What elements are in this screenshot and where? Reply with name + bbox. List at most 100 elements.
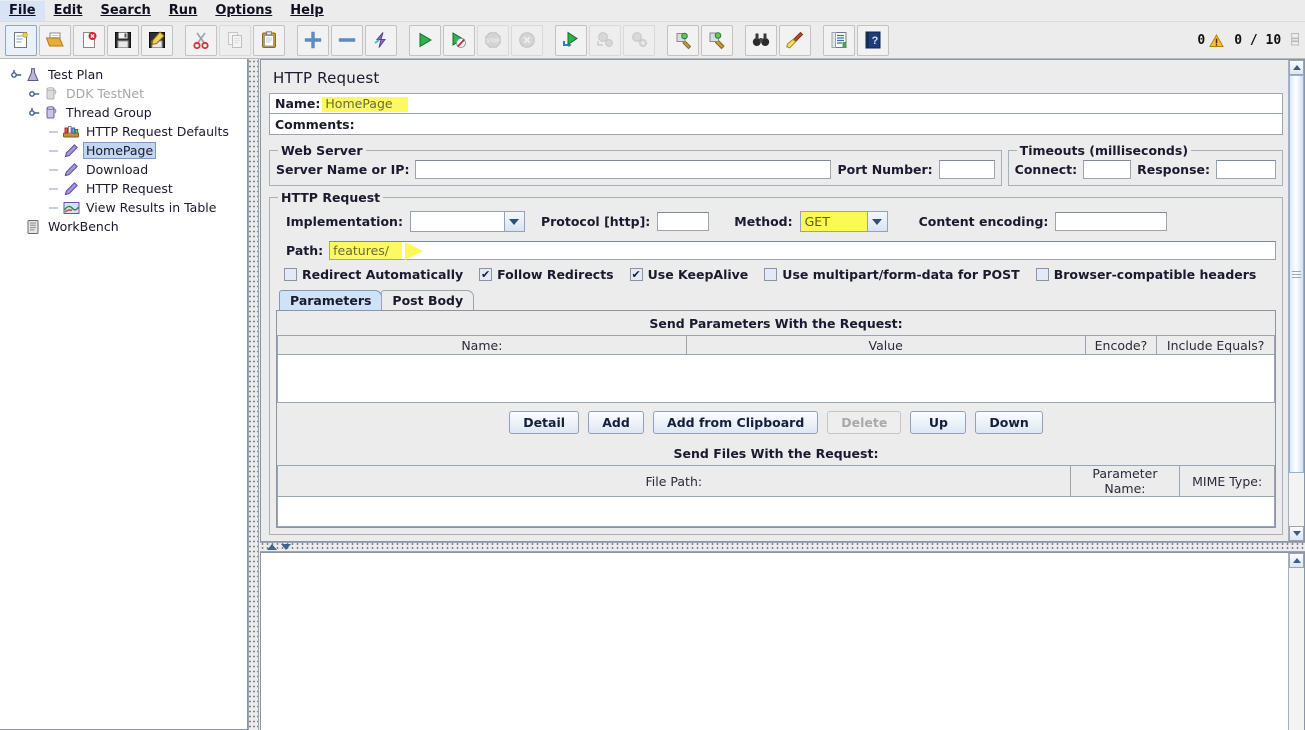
tree-node-label: HTTP Request Defaults (86, 124, 229, 139)
menu-help[interactable]: Help (281, 1, 332, 21)
horizontal-split-divider[interactable] (260, 542, 1305, 552)
add-button[interactable]: Add (588, 411, 645, 434)
start-no-timers-icon[interactable] (443, 24, 475, 56)
method-select[interactable]: GET (799, 211, 888, 232)
checkbox-redirect-automatically[interactable]: Redirect Automatically (284, 267, 463, 282)
connect-timeout-input[interactable] (1083, 160, 1132, 179)
up-button[interactable]: Up (910, 411, 967, 434)
remote-start-icon[interactable] (555, 24, 587, 56)
checkbox-browser-compatible-headers[interactable]: Browser-compatible headers (1035, 267, 1256, 282)
name-input[interactable]: HomePage (325, 96, 392, 111)
tree-node-view-results-in-table[interactable]: View Results in Table (4, 198, 243, 217)
scrollbar-track[interactable] (1289, 568, 1304, 730)
expand-handle-icon[interactable] (28, 106, 42, 120)
server-name-input[interactable] (415, 160, 832, 179)
paste-clipboard-icon[interactable] (253, 24, 285, 56)
cut-scissors-icon[interactable] (185, 24, 217, 56)
toggle-icon[interactable] (365, 24, 397, 56)
clear-icon[interactable] (667, 24, 699, 56)
tree-node-http-request[interactable]: HTTP Request (4, 179, 243, 198)
checkbox-use-multipart-form-data[interactable]: Use multipart/form-data for POST (764, 267, 1020, 282)
scroll-up-arrow-icon[interactable] (1289, 553, 1304, 568)
column-header-encode[interactable]: Encode? (1084, 335, 1158, 355)
menu-help-label: Help (290, 2, 324, 18)
menu-run[interactable]: Run (160, 1, 207, 21)
files-table-empty-body[interactable] (277, 497, 1275, 527)
scroll-down-arrow-icon[interactable] (1289, 526, 1304, 541)
response-timeout-input[interactable] (1216, 160, 1276, 179)
menu-file[interactable]: File (0, 0, 45, 21)
start-play-icon[interactable] (409, 24, 441, 56)
scroll-up-arrow-icon[interactable] (1289, 60, 1304, 75)
collapse-minus-icon[interactable] (331, 24, 363, 56)
column-header-mime-type[interactable]: MIME Type: (1179, 465, 1275, 497)
content-encoding-input[interactable] (1055, 212, 1168, 231)
name-label: Name: (275, 96, 321, 111)
tree-node-download[interactable]: Download (4, 160, 243, 179)
tree-node-workbench[interactable]: WorkBench (4, 217, 243, 236)
clear-all-icon[interactable] (701, 24, 733, 56)
scrollbar-thumb[interactable] (1289, 75, 1304, 473)
search-reset-broom-icon[interactable] (779, 24, 811, 56)
method-value: GET (800, 212, 868, 231)
scrollbar-track[interactable] (1289, 75, 1304, 526)
shutdown-icon[interactable] (511, 24, 543, 56)
menu-search[interactable]: Search (91, 1, 159, 21)
editor-vertical-scrollbar[interactable] (1288, 60, 1304, 541)
split-collapse-up-icon[interactable] (267, 544, 277, 550)
column-header-include-equals[interactable]: Include Equals? (1156, 335, 1275, 355)
menu-edit[interactable]: Edit (45, 1, 92, 21)
checkbox-follow-redirects[interactable]: ✔ Follow Redirects (479, 267, 614, 282)
close-document-icon[interactable] (73, 24, 105, 56)
help-book-icon[interactable]: ? (857, 24, 889, 56)
add-from-clipboard-button[interactable]: Add from Clipboard (653, 411, 819, 434)
tree-node-thread-group[interactable]: Thread Group (4, 103, 243, 122)
protocol-input[interactable] (657, 212, 710, 231)
tab-post-body[interactable]: Post Body (381, 290, 475, 310)
column-header-parameter-name[interactable]: Parameter Name: (1069, 465, 1181, 497)
remote-shutdown-icon[interactable] (623, 24, 655, 56)
column-header-value[interactable]: Value (685, 335, 1086, 355)
parameters-table[interactable]: Name: Value Encode? Include Equals? (277, 335, 1275, 355)
implementation-select[interactable] (409, 211, 525, 232)
test-plan-tree-panel[interactable]: Test Plan DDK TestNet Thread Group HTTP … (0, 59, 248, 730)
stop-icon[interactable]: STOP (477, 24, 509, 56)
parameters-table-empty-body[interactable] (277, 355, 1275, 403)
checkbox-use-keepalive[interactable]: ✔ Use KeepAlive (629, 267, 748, 282)
down-button[interactable]: Down (975, 411, 1043, 434)
bottom-vertical-scrollbar[interactable] (1288, 553, 1304, 730)
save-icon[interactable] (107, 24, 139, 56)
column-header-name[interactable]: Name: (277, 335, 687, 355)
menu-options[interactable]: Options (206, 1, 281, 21)
implementation-label: Implementation: (286, 214, 403, 229)
port-number-input[interactable] (938, 160, 995, 179)
open-folder-icon[interactable] (39, 24, 71, 56)
detail-button[interactable]: Detail (509, 411, 580, 434)
tree-node-ddk-testnet[interactable]: DDK TestNet (4, 84, 243, 103)
collapse-handle-icon[interactable] (28, 87, 42, 101)
timeouts-legend: Timeouts (milliseconds) (1019, 143, 1189, 158)
tree-node-homepage[interactable]: HomePage (4, 141, 243, 160)
save-as-icon[interactable] (141, 24, 173, 56)
warning-status[interactable]: 0 (1197, 33, 1225, 48)
tree-node-test-plan[interactable]: Test Plan (4, 65, 243, 84)
tree-node-http-request-defaults[interactable]: HTTP Request Defaults (4, 122, 243, 141)
expand-plus-icon[interactable] (297, 24, 329, 56)
search-binoculars-icon[interactable] (745, 24, 777, 56)
vertical-split-divider[interactable] (248, 59, 259, 730)
menu-bar: File Edit Search Run Options Help (0, 0, 1305, 22)
copy-icon[interactable] (219, 24, 251, 56)
tree-node-label: Thread Group (66, 105, 152, 120)
split-collapse-down-icon[interactable] (281, 544, 291, 550)
tab-parameters[interactable]: Parameters (279, 290, 383, 310)
thread-icon-partial: ⌸ (1291, 33, 1299, 48)
new-icon[interactable] (5, 24, 37, 56)
column-header-file-path[interactable]: File Path: (277, 465, 1071, 497)
tree-line (48, 144, 62, 158)
expand-handle-icon[interactable] (10, 68, 24, 82)
path-input[interactable]: features/ (329, 241, 1276, 260)
function-helper-icon[interactable] (823, 24, 855, 56)
remote-stop-icon[interactable] (589, 24, 621, 56)
files-table[interactable]: File Path: Parameter Name: MIME Type: (277, 465, 1275, 497)
web-server-group: Web Server Server Name or IP: Port Numbe… (269, 143, 1002, 186)
